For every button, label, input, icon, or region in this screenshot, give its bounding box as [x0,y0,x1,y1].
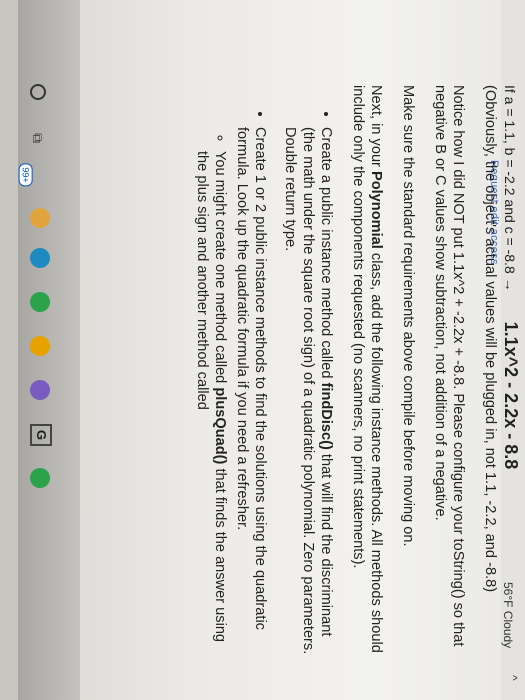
meet-app-icon-2[interactable] [30,468,50,488]
finddisc-method: findDisc() [318,382,334,450]
meet-app-icon[interactable] [30,292,50,312]
make-sure-paragraph: Make sure the standard requirements abov… [400,85,416,547]
chrome-browser-icon[interactable] [30,336,50,356]
list-item: You might create one method called plusQ… [193,151,229,665]
sub-list: You might create one method called plusQ… [193,127,229,665]
chevron-up-icon[interactable]: ^ [506,675,520,681]
example-line: If a = 1.1, b = -2.2 and c = -8.8 → 1.1x… [501,85,521,665]
bullet1-text-1: Create a public instance method called [318,127,334,383]
requirements-list: Create a public instance method called f… [193,85,335,665]
task-view-icon[interactable]: ⧉ [29,133,45,143]
media-app-icon[interactable] [30,380,50,400]
list-item: Create 1 or 2 public instance methods to… [193,127,269,665]
sub1-text-1: You might create one method called [212,151,228,388]
next-paragraph: Next, in your Polynomial class, add the … [349,85,385,665]
notice-paragraph: Notice how I did NOT put 1.1x^2 + -2.2x … [432,85,466,647]
edge-browser-icon[interactable] [30,248,50,268]
obviously-note: (Obviously, the object's actual values w… [482,85,498,593]
document-body: If a = 1.1, b = -2.2 and c = -8.8 → 1.1x… [181,85,521,665]
polynomial-class-name: Polynomial [368,170,384,249]
plusquad-method: plusQuad() [212,387,228,465]
cortana-icon[interactable] [30,84,46,100]
notification-badge: 99+ [18,163,33,187]
google-g-icon[interactable]: G [30,424,52,446]
next-text-1: Next, in your [368,85,384,171]
bullet2-text: Create 1 or 2 public instance methods to… [234,127,268,630]
list-item: Create a public instance method called f… [281,127,335,665]
file-explorer-icon[interactable] [30,208,50,228]
example-input: If a = 1.1, b = -2.2 and c = -8.8 → [502,85,518,292]
windows-taskbar: ⧉ 99+ G [18,0,80,700]
example-output: 1.1x^2 - 2.2x - 8.8 [501,321,521,470]
